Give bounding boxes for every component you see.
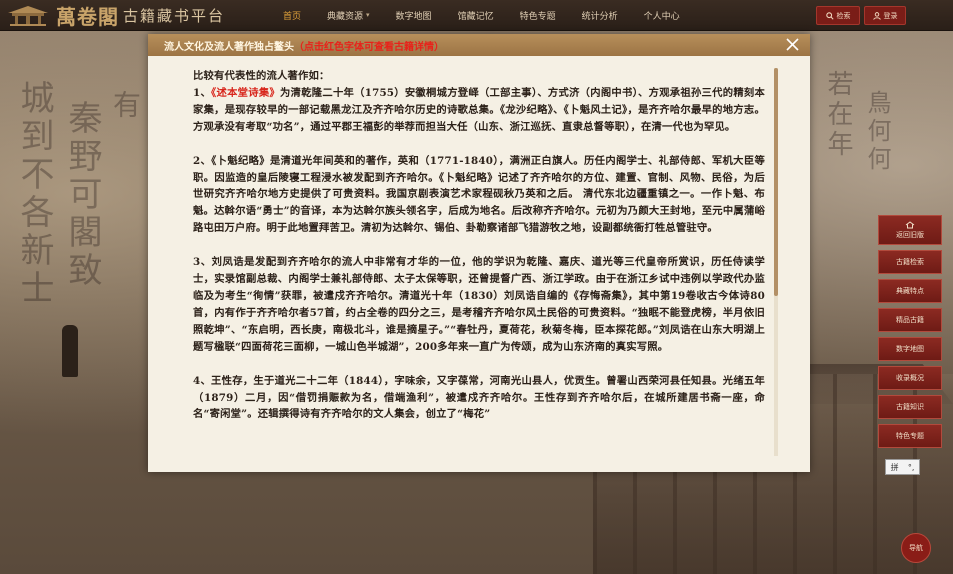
chevron-down-icon: ▾ xyxy=(366,11,370,19)
side-item-back-old-version[interactable]: 返回旧版 xyxy=(878,215,942,245)
search-icon xyxy=(825,11,834,20)
side-item-ancient-search[interactable]: 古籍检索 xyxy=(878,250,942,274)
background-calligraphy: 秦野可閣致 xyxy=(62,100,102,290)
intro-text: 比较有代表性的流人著作如： xyxy=(193,70,330,82)
side-item-label: 典藏特点 xyxy=(896,287,924,295)
paragraph-number: 1、 xyxy=(193,86,212,99)
modal-body[interactable]: 比较有代表性的流人著作如： 1、《述本堂诗集》为清乾隆二十年（1755）安徽桐城… xyxy=(193,68,765,464)
nav-label: 个人中心 xyxy=(643,11,680,22)
main-nav: 首页 典藏资源 ▾ 数字地图 馆藏记忆 特色专题 统计分析 个人中心 xyxy=(283,0,706,30)
modal-header: 流人文化及流人著作独占鳌头 （点击红色字体可查看古籍详情） xyxy=(148,34,810,56)
detail-modal: 流人文化及流人著作独占鳌头 （点击红色字体可查看古籍详情） 比较有代表性的流人著… xyxy=(148,34,810,472)
login-button[interactable]: 登录 xyxy=(864,6,906,25)
library-pavilion-icon xyxy=(8,6,48,26)
background-figure xyxy=(62,325,78,377)
side-item-label: 数字地图 xyxy=(896,345,924,353)
side-item-fine-books[interactable]: 精品古籍 xyxy=(878,308,942,332)
paragraph-4: 4、王性存，生于道光二十二年（1844），字味余，又字葆常，河南光山县人，优贡生… xyxy=(193,374,765,421)
side-menu: 返回旧版 古籍检索 典藏特点 精品古籍 数字地图 收录概况 古籍知识 特色专题 xyxy=(878,215,942,453)
home-icon xyxy=(905,220,915,228)
ime-mark: °, xyxy=(907,462,915,472)
nav-collection-memory[interactable]: 馆藏记忆 xyxy=(458,9,494,22)
nav-label: 特色专题 xyxy=(519,11,556,22)
side-item-label: 古籍检索 xyxy=(896,258,924,266)
background-calligraphy: 有 xyxy=(109,90,142,122)
side-item-inclusion-overview[interactable]: 收录概况 xyxy=(878,366,942,390)
logo-title: 古籍藏书平台 xyxy=(123,6,226,25)
side-item-digital-map[interactable]: 数字地图 xyxy=(878,337,942,361)
nav-personal-center[interactable]: 个人中心 xyxy=(644,9,680,22)
nav-special-topics[interactable]: 特色专题 xyxy=(520,9,556,22)
nav-digital-map[interactable]: 数字地图 xyxy=(396,9,432,22)
side-item-collection-features[interactable]: 典藏特点 xyxy=(878,279,942,303)
top-navigation-bar: 萬卷閣 古籍藏书平台 首页 典藏资源 ▾ 数字地图 馆藏记忆 特色专题 统计分析 … xyxy=(0,0,953,31)
search-button-label: 检索 xyxy=(836,11,851,20)
paragraph-2: 2、《卜魁纪略》是清道光年间英和的著作，英和（1771-1840），满洲正白旗人… xyxy=(193,154,765,235)
nav-label: 首页 xyxy=(283,11,302,22)
ime-char: 拼 xyxy=(890,462,899,472)
modal-scrollbar[interactable] xyxy=(774,68,778,456)
nav-home[interactable]: 首页 xyxy=(283,9,301,22)
close-icon[interactable] xyxy=(785,37,800,52)
background-calligraphy: 鳥何何 xyxy=(863,90,891,174)
nav-statistics[interactable]: 统计分析 xyxy=(582,9,618,22)
side-item-label: 返回旧版 xyxy=(896,230,924,239)
nav-label: 统计分析 xyxy=(581,11,618,22)
side-item-label: 精品古籍 xyxy=(896,316,924,324)
logo-seal-text: 萬卷閣 xyxy=(56,4,119,29)
side-item-label: 收录概况 xyxy=(896,374,924,382)
site-logo[interactable]: 萬卷閣 古籍藏书平台 xyxy=(6,2,226,29)
background-calligraphy: 城到不各新士 xyxy=(14,80,54,308)
book-link-shuben-tang[interactable]: 《述本堂诗集》 xyxy=(211,87,280,99)
side-item-special-topics[interactable]: 特色专题 xyxy=(878,424,942,448)
modal-hint: （点击红色字体可查看古籍详情） xyxy=(294,41,444,53)
search-button[interactable]: 检索 xyxy=(816,6,860,25)
paragraph-3: 3、刘凤诰是发配到齐齐哈尔的流人中非常有才华的一位，他的学识为乾隆、嘉庆、道光等… xyxy=(193,256,765,353)
nav-label: 馆藏记忆 xyxy=(457,11,494,22)
background-calligraphy: 若在年 xyxy=(823,70,853,160)
ime-indicator[interactable]: 拼 °, xyxy=(885,459,920,475)
side-item-label: 古籍知识 xyxy=(896,403,924,411)
nav-label: 数字地图 xyxy=(395,11,432,22)
modal-scrollbar-thumb[interactable] xyxy=(774,68,778,296)
nav-collection-resources[interactable]: 典藏资源 ▾ xyxy=(327,9,370,22)
login-button-label: 登录 xyxy=(883,11,898,20)
side-item-book-knowledge[interactable]: 古籍知识 xyxy=(878,395,942,419)
navigation-circle-button[interactable]: 导航 xyxy=(901,533,931,563)
navigation-circle-label: 导航 xyxy=(909,544,923,552)
user-icon xyxy=(872,11,881,20)
modal-title: 流人文化及流人著作独占鳌头 xyxy=(164,41,294,53)
nav-label: 典藏资源 xyxy=(327,11,364,22)
side-item-label: 特色专题 xyxy=(896,432,924,440)
paragraph-1: 1、《述本堂诗集》为清乾隆二十年（1755）安徽桐城方登峄（工部主事）、方式济（… xyxy=(193,85,765,136)
